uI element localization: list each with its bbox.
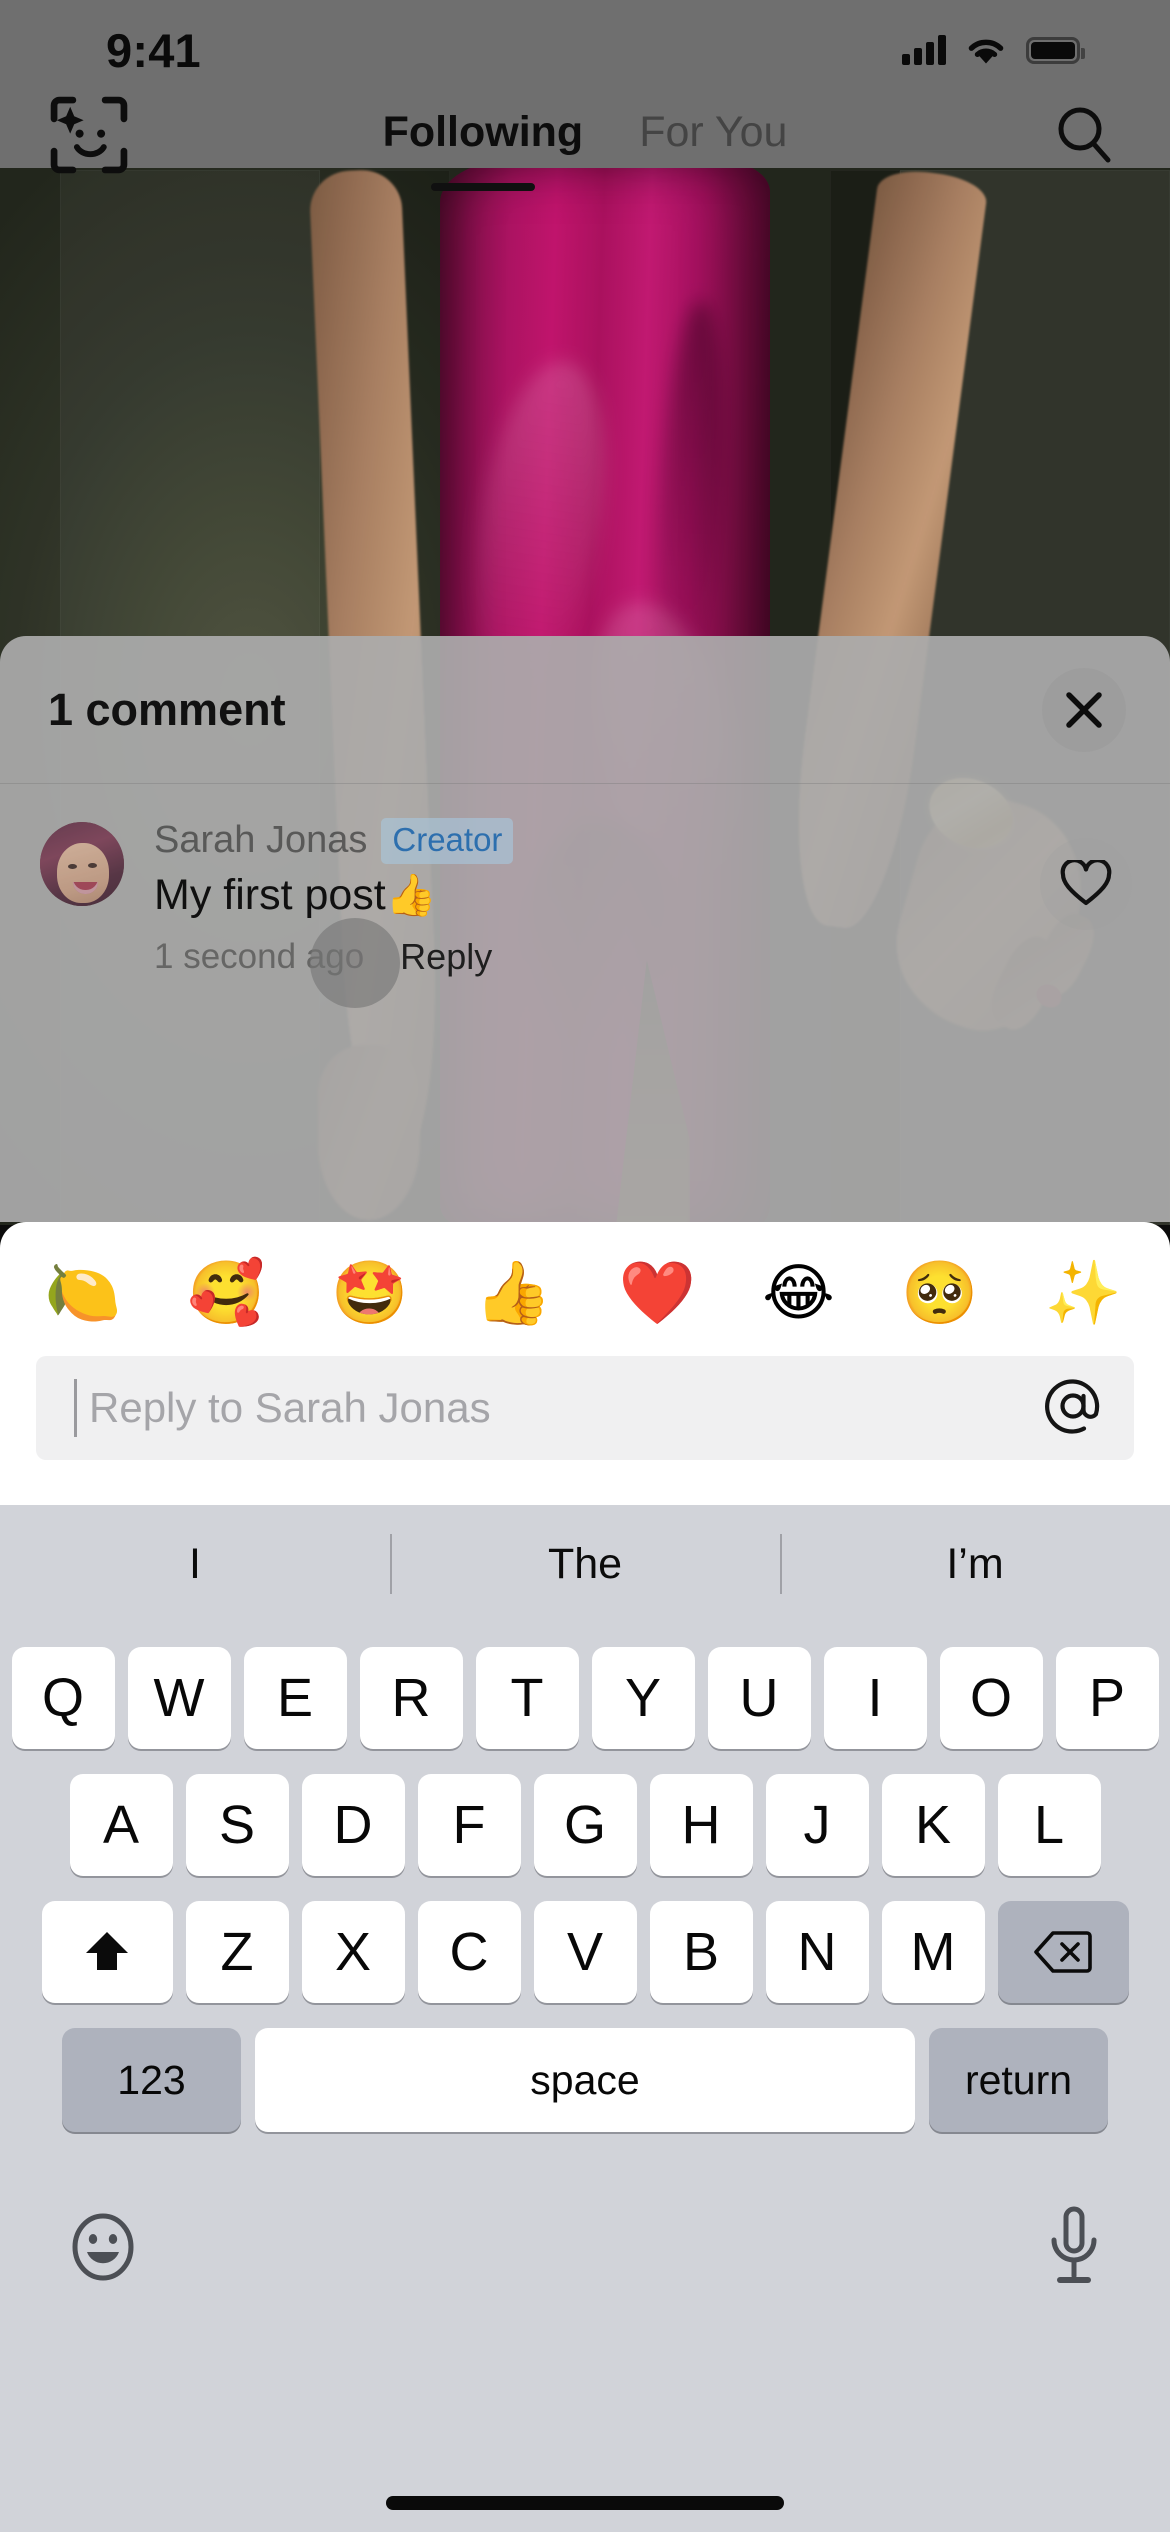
key-h[interactable]: H (649, 1774, 753, 1876)
comment-body: Sarah Jonas Creator My first post👍 1 sec… (154, 818, 1126, 1008)
avatar-dim-overlay (40, 822, 124, 906)
software-keyboard: I The I’m Q W E R T Y U I O P A S D F G … (0, 1505, 1170, 2532)
face-with-tears-of-joy-emoji[interactable]: 😂 (762, 1262, 834, 1324)
red-heart-emoji[interactable]: ❤️ (619, 1262, 696, 1324)
comment-text-body: My first post (154, 870, 386, 919)
key-c[interactable]: C (417, 1901, 521, 2003)
feed-tabs: Following For You (0, 100, 1170, 168)
reply-panel: 🍋 🥰 🤩 👍 ❤️ 😂 🥺 ✨ Reply to Sarah Jonas (0, 1222, 1170, 1505)
key-u[interactable]: U (707, 1647, 811, 1749)
key-f[interactable]: F (417, 1774, 521, 1876)
return-key[interactable]: return (929, 2028, 1108, 2132)
microphone-icon[interactable] (1044, 2204, 1104, 2290)
reply-button[interactable]: Reply (400, 936, 492, 978)
comment-count-title: 1 comment (48, 683, 286, 735)
reply-input[interactable]: Reply to Sarah Jonas (89, 1384, 1040, 1432)
key-g[interactable]: G (533, 1774, 637, 1876)
home-indicator (386, 2496, 784, 2510)
at-mention-button[interactable] (1040, 1375, 1106, 1441)
key-r[interactable]: R (359, 1647, 463, 1749)
cellular-bars-icon (902, 35, 946, 65)
backspace-delete-icon (1034, 1931, 1092, 1973)
lemon-emoji[interactable]: 🍋 (44, 1262, 121, 1324)
suggestion-1[interactable]: I (0, 1540, 390, 1589)
key-w[interactable]: W (127, 1647, 231, 1749)
table-row[interactable]: Sarah Jonas Creator My first post👍 1 sec… (0, 784, 1170, 1008)
key-m[interactable]: M (881, 1901, 985, 2003)
shift-up-arrow-icon (86, 1932, 128, 1970)
comment-author-name[interactable]: Sarah Jonas (154, 819, 367, 862)
tab-for-you[interactable]: For You (639, 108, 787, 161)
keyboard-row-1: Q W E R T Y U I O P (0, 1647, 1170, 1749)
status-bar: 9:41 (0, 0, 1170, 100)
phone-screen: 9:41 Following For You 1 comment Sarah J… (0, 0, 1170, 2532)
key-l[interactable]: L (997, 1774, 1101, 1876)
search-icon[interactable] (1052, 102, 1116, 166)
top-navigation-bar: Following For You (0, 96, 1170, 174)
suggestion-2[interactable]: The (390, 1540, 780, 1589)
like-comment-button[interactable] (1040, 838, 1132, 930)
comment-author-line: Sarah Jonas Creator (154, 818, 1126, 864)
battery-full-icon (1026, 36, 1085, 64)
key-x[interactable]: X (301, 1901, 405, 2003)
key-n[interactable]: N (765, 1901, 869, 2003)
key-e[interactable]: E (243, 1647, 347, 1749)
space-key[interactable]: space (255, 2028, 915, 2132)
pleading-face-emoji[interactable]: 🥺 (901, 1262, 978, 1324)
smiling-face-with-hearts-emoji[interactable]: 🥰 (188, 1262, 265, 1324)
comment-meta: 1 second ago Reply (154, 917, 1126, 1008)
status-badge: Creator (381, 818, 514, 864)
predictive-suggestion-bar: I The I’m (0, 1505, 1170, 1623)
key-a[interactable]: A (69, 1774, 173, 1876)
quick-emoji-row: 🍋 🥰 🤩 👍 ❤️ 😂 🥺 ✨ (0, 1222, 1170, 1324)
status-indicators (902, 34, 1085, 66)
comment-text: My first post👍 (154, 870, 1126, 922)
key-v[interactable]: V (533, 1901, 637, 2003)
key-j[interactable]: J (765, 1774, 869, 1876)
keyboard-bottom-bar (0, 2172, 1170, 2322)
suggestion-3[interactable]: I’m (780, 1540, 1170, 1589)
key-i[interactable]: I (823, 1647, 927, 1749)
heart-outline-icon (1060, 860, 1112, 906)
key-p[interactable]: P (1055, 1647, 1159, 1749)
key-s[interactable]: S (185, 1774, 289, 1876)
key-t[interactable]: T (475, 1647, 579, 1749)
key-o[interactable]: O (939, 1647, 1043, 1749)
backspace-key[interactable] (997, 1901, 1129, 2003)
thumbs-up-emoji[interactable]: 👍 (475, 1262, 552, 1324)
reply-input-container[interactable]: Reply to Sarah Jonas (36, 1356, 1134, 1460)
keyboard-row-3: Z X C V B N M (0, 1901, 1170, 2003)
keyboard-row-4: 123 space return (0, 2028, 1170, 2132)
star-struck-emoji[interactable]: 🤩 (331, 1262, 408, 1324)
key-b[interactable]: B (649, 1901, 753, 2003)
numeric-keyboard-key[interactable]: 123 (62, 2028, 241, 2132)
close-comments-button[interactable] (1042, 667, 1126, 752)
thumbs-up-emoji: 👍 (385, 871, 437, 918)
key-y[interactable]: Y (591, 1647, 695, 1749)
key-d[interactable]: D (301, 1774, 405, 1876)
smiley-face-icon[interactable] (66, 2210, 140, 2284)
shift-key[interactable] (41, 1901, 173, 2003)
key-z[interactable]: Z (185, 1901, 289, 2003)
close-icon (1066, 691, 1102, 728)
at-mention-icon (1045, 1379, 1100, 1434)
key-q[interactable]: Q (11, 1647, 115, 1749)
avatar[interactable] (40, 822, 124, 906)
tab-following[interactable]: Following (383, 108, 584, 161)
sparkles-emoji[interactable]: ✨ (1045, 1262, 1122, 1324)
text-cursor (74, 1379, 77, 1437)
key-k[interactable]: K (881, 1774, 985, 1876)
status-time: 9:41 (106, 23, 201, 77)
keyboard-row-2: A S D F G H J K L (0, 1774, 1170, 1876)
reply-tap-ripple (310, 917, 400, 1008)
comment-sheet: 1 comment Sarah Jonas Creator My first p… (0, 636, 1170, 1222)
comment-sheet-header: 1 comment (0, 636, 1170, 784)
wifi-icon (968, 39, 1004, 64)
